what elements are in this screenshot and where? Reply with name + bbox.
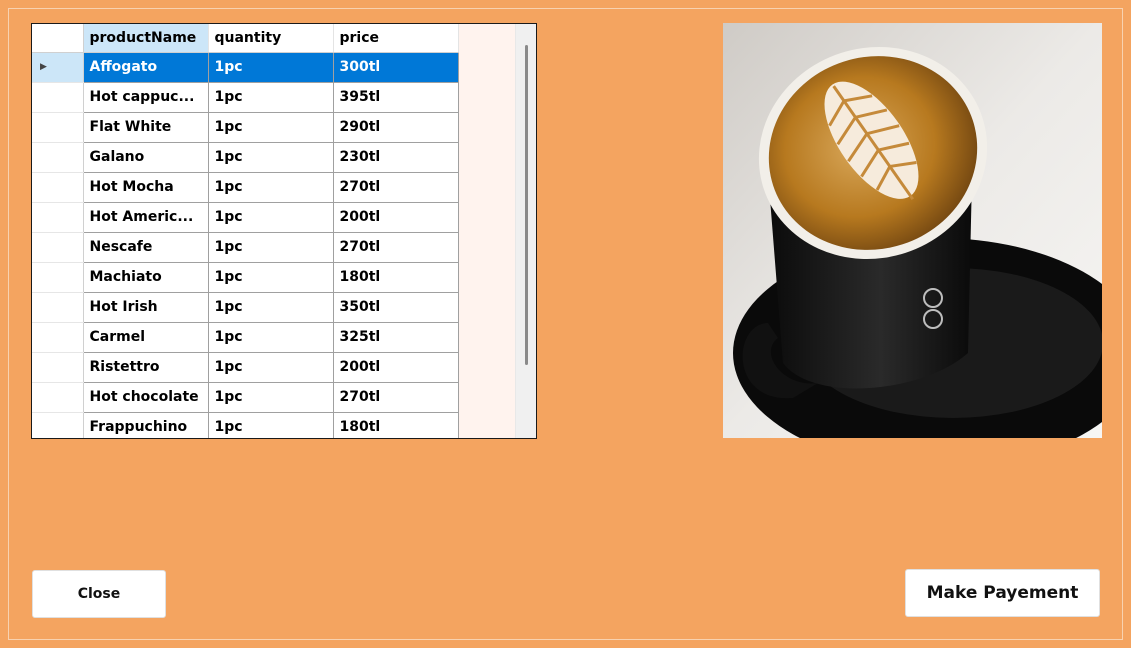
table-row[interactable]: Flat White 1pc 290tl [32, 112, 459, 143]
cell-quantity[interactable]: 1pc [208, 172, 334, 203]
table-row[interactable]: ▶ Affogato 1pc 300tl [32, 52, 459, 83]
table-row[interactable]: Carmel 1pc 325tl [32, 322, 459, 353]
make-payment-button[interactable]: Make Payement [905, 569, 1100, 617]
cell-productname[interactable]: Nescafe [83, 232, 209, 263]
cell-price[interactable]: 180tl [333, 262, 459, 293]
table-row[interactable]: Hot cappuc... 1pc 395tl [32, 82, 459, 113]
cell-price[interactable]: 270tl [333, 172, 459, 203]
row-header[interactable] [32, 292, 84, 323]
cell-productname[interactable]: Hot Mocha [83, 172, 209, 203]
cell-quantity[interactable]: 1pc [208, 292, 334, 323]
cell-quantity[interactable]: 1pc [208, 232, 334, 263]
cell-productname[interactable]: Machiato [83, 262, 209, 293]
cell-quantity[interactable]: 1pc [208, 202, 334, 233]
latte-cup-picture [723, 23, 1102, 438]
table-row[interactable]: Hot chocolate 1pc 270tl [32, 382, 459, 413]
cell-productname[interactable]: Hot Irish [83, 292, 209, 323]
cell-quantity[interactable]: 1pc [208, 82, 334, 113]
current-row-indicator-icon: ▶ [40, 62, 47, 72]
cell-price[interactable]: 200tl [333, 352, 459, 383]
column-header-price[interactable]: price [333, 24, 459, 53]
cell-quantity[interactable]: 1pc [208, 412, 334, 438]
column-header-productname[interactable]: productName [83, 24, 209, 53]
vertical-scrollbar[interactable] [515, 24, 536, 438]
cell-price[interactable]: 300tl [333, 52, 459, 83]
row-header[interactable] [32, 82, 84, 113]
close-button[interactable]: Close [32, 570, 166, 618]
row-header[interactable] [32, 112, 84, 143]
row-header[interactable] [32, 382, 84, 413]
cell-productname[interactable]: Hot Americ... [83, 202, 209, 233]
cell-price[interactable]: 270tl [333, 382, 459, 413]
cell-quantity[interactable]: 1pc [208, 382, 334, 413]
cell-price[interactable]: 325tl [333, 322, 459, 353]
row-header[interactable] [32, 262, 84, 293]
order-grid[interactable]: productName quantity price ▶ Affogato 1pc 3… [31, 23, 537, 439]
scrollbar-thumb[interactable] [525, 45, 528, 365]
cell-productname[interactable]: Carmel [83, 322, 209, 353]
cell-quantity[interactable]: 1pc [208, 352, 334, 383]
table-row[interactable]: Hot Americ... 1pc 200tl [32, 202, 459, 233]
table-row[interactable]: Hot Irish 1pc 350tl [32, 292, 459, 323]
cell-productname[interactable]: Hot cappuc... [83, 82, 209, 113]
cell-productname[interactable]: Affogato [83, 52, 209, 83]
cell-quantity[interactable]: 1pc [208, 52, 334, 83]
row-header[interactable] [32, 232, 84, 263]
cell-price[interactable]: 290tl [333, 112, 459, 143]
grid-header-row: productName quantity price [32, 24, 459, 53]
cell-price[interactable]: 270tl [333, 232, 459, 263]
cell-price[interactable]: 230tl [333, 142, 459, 173]
cell-productname[interactable]: Galano [83, 142, 209, 173]
table-row[interactable]: Machiato 1pc 180tl [32, 262, 459, 293]
row-header-corner[interactable] [32, 24, 84, 53]
row-header[interactable] [32, 322, 84, 353]
cell-productname[interactable]: Ristettro [83, 352, 209, 383]
row-header[interactable] [32, 412, 84, 438]
cell-price[interactable]: 350tl [333, 292, 459, 323]
cell-productname[interactable]: Frappuchino [83, 412, 209, 438]
cell-price[interactable]: 200tl [333, 202, 459, 233]
row-header[interactable]: ▶ [32, 52, 84, 83]
order-table: productName quantity price ▶ Affogato 1pc 3… [32, 24, 459, 438]
cell-quantity[interactable]: 1pc [208, 142, 334, 173]
cell-quantity[interactable]: 1pc [208, 112, 334, 143]
column-header-quantity[interactable]: quantity [208, 24, 334, 53]
cell-productname[interactable]: Hot chocolate [83, 382, 209, 413]
table-row[interactable]: Hot Mocha 1pc 270tl [32, 172, 459, 203]
table-row[interactable]: Frappuchino 1pc 180tl [32, 412, 459, 438]
table-row[interactable]: Galano 1pc 230tl [32, 142, 459, 173]
table-row[interactable]: Ristettro 1pc 200tl [32, 352, 459, 383]
table-row[interactable]: Nescafe 1pc 270tl [32, 232, 459, 263]
cell-productname[interactable]: Flat White [83, 112, 209, 143]
cell-price[interactable]: 180tl [333, 412, 459, 438]
row-header[interactable] [32, 142, 84, 173]
row-header[interactable] [32, 202, 84, 233]
cell-quantity[interactable]: 1pc [208, 262, 334, 293]
coffee-image [723, 23, 1102, 438]
row-header[interactable] [32, 172, 84, 203]
cell-quantity[interactable]: 1pc [208, 322, 334, 353]
cell-price[interactable]: 395tl [333, 82, 459, 113]
row-header[interactable] [32, 352, 84, 383]
